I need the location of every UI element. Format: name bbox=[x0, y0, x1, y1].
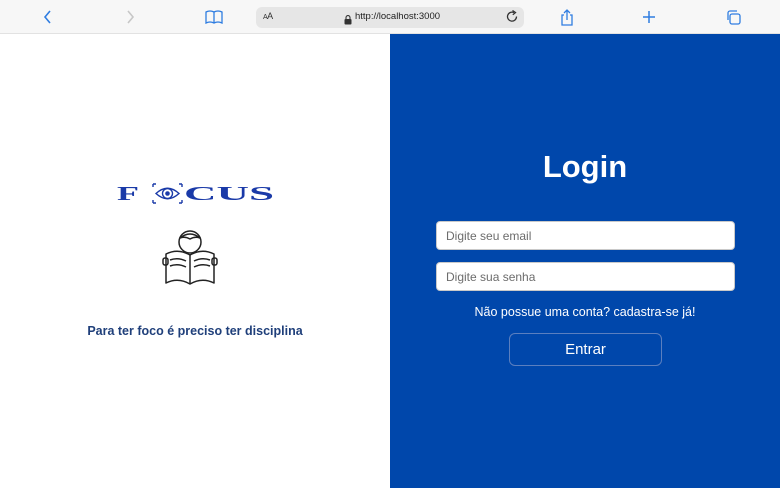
email-field[interactable] bbox=[436, 221, 735, 250]
submit-button[interactable]: Entrar bbox=[509, 333, 662, 366]
focus-logo: F CUS bbox=[117, 183, 274, 205]
signup-link[interactable]: Não possue uma conta? cadastra-se já! bbox=[390, 305, 780, 319]
page-title: Login bbox=[542, 149, 628, 184]
password-field[interactable] bbox=[436, 262, 735, 291]
forward-icon[interactable] bbox=[119, 7, 141, 27]
reload-icon[interactable] bbox=[506, 9, 519, 29]
tagline: Para ter foco é preciso ter disciplina bbox=[87, 324, 303, 338]
reader-book-icon[interactable] bbox=[203, 7, 225, 27]
url-text: http://localhost:3000 bbox=[355, 11, 441, 22]
tabs-overview-icon[interactable] bbox=[722, 7, 744, 27]
reader-text-size-icon[interactable]: AA bbox=[263, 11, 273, 21]
address-bar[interactable]: AA http://localhost:3000 bbox=[256, 7, 524, 28]
new-tab-icon[interactable] bbox=[638, 7, 660, 27]
reading-person-icon bbox=[162, 230, 218, 285]
lock-icon bbox=[344, 12, 352, 30]
browser-toolbar: AA http://localhost:3000 bbox=[0, 0, 780, 34]
svg-text:F: F bbox=[117, 183, 139, 205]
svg-text:CUS: CUS bbox=[184, 183, 274, 205]
login-panel: Login Não possue uma conta? cadastra-se … bbox=[390, 34, 780, 488]
share-icon[interactable] bbox=[556, 7, 578, 27]
branding-panel: F CUS Para ter foco é preciso ter discip… bbox=[0, 34, 390, 488]
back-icon[interactable] bbox=[37, 7, 59, 27]
